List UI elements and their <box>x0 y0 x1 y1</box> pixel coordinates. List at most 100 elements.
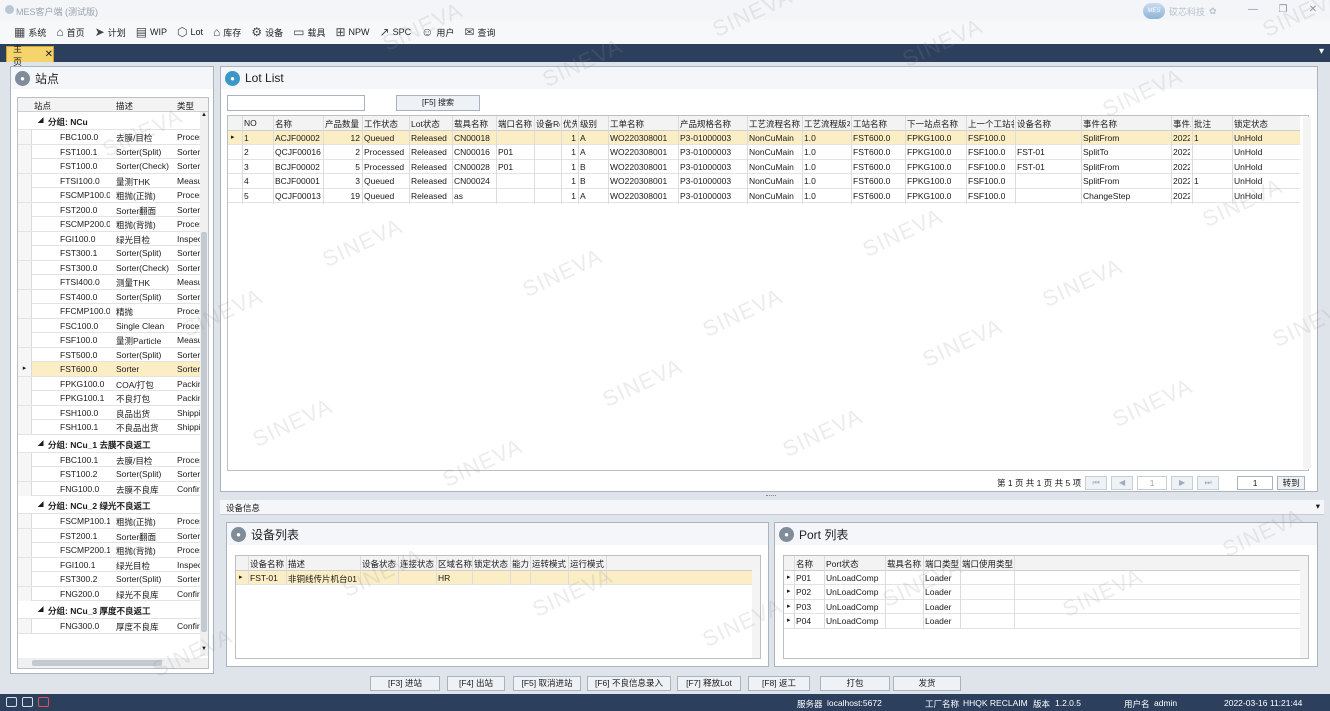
lot-row[interactable]: ▸ 1 ACJF00002 12 Queued Released CN00018 1 A WO22… <box>228 130 1300 145</box>
scroll-up-icon[interactable]: ▲ <box>200 112 208 122</box>
expand-triangle-icon[interactable]: ◢ <box>38 439 43 447</box>
equip_panel-col-header[interactable]: 设备名称 <box>250 558 284 570</box>
equip_panel-col-header[interactable]: 锁定状态 <box>474 558 508 570</box>
lot-col-header[interactable]: 批注 <box>1194 118 1231 130</box>
station-vscrollbar[interactable]: ▲ ▼ <box>200 112 208 656</box>
tab-home[interactable]: 主页 ✕ <box>6 44 54 67</box>
lot-col-header[interactable]: 工作状态 <box>364 118 408 130</box>
lot-col-header[interactable]: 下一站点名称 <box>907 118 965 130</box>
lot-search-button[interactable]: [F5] 搜索 <box>396 95 480 111</box>
goto-page-button[interactable]: 转到 <box>1277 476 1306 490</box>
equip_panel-col-header[interactable]: 设备状态 <box>362 558 396 570</box>
station-row[interactable]: FBC100.1 去膜/目检 Process <box>18 452 201 467</box>
station-row[interactable]: FSCMP100.1 粗抛(正抛) Process <box>18 514 201 529</box>
last-page-icon[interactable]: ⏭ <box>1197 476 1220 490</box>
station-row[interactable]: ▸ FST600.0 Sorter Sorter <box>18 362 200 377</box>
action-button-6[interactable]: 打包 <box>820 676 890 691</box>
lot-col-header[interactable]: 事件发生 <box>1173 118 1191 130</box>
lot-row[interactable]: 5 QCJF00013 19 Queued Released as 1 A WO22030800… <box>228 189 1300 203</box>
scroll-thumb[interactable] <box>201 232 207 632</box>
station-row[interactable]: FST300.2 Sorter(Split) Sorter <box>18 572 200 587</box>
status-window-icon[interactable] <box>6 697 17 707</box>
lot-col-header[interactable]: NO <box>244 118 272 128</box>
station-group[interactable]: ◢ 分组: NCu_3 厚度不良返工 <box>18 601 200 619</box>
lot-col-header[interactable]: 上一个工站名称 <box>968 118 1014 130</box>
menu-item-7[interactable]: ▭ 载具 <box>291 22 327 42</box>
menu-item-9[interactable]: ↗ SPC <box>378 22 414 42</box>
station-col-desc[interactable]: 描述 <box>116 100 133 112</box>
station-row[interactable]: FSC100.0 Single Clean Process <box>18 318 201 333</box>
station-col-type[interactable]: 类型 <box>177 100 194 112</box>
station-row[interactable]: FSF100.0 量测Particle Measure <box>18 333 201 348</box>
station-row[interactable]: FNG200.0 绿光不良库 Confirm <box>18 586 201 601</box>
station-row[interactable]: FPKG100.1 不良打包 Packing <box>18 391 201 406</box>
menu-item-10[interactable]: ☺ 用户 <box>419 22 456 42</box>
lot-col-header[interactable]: 产品数量 <box>325 118 361 130</box>
equip_panel-col-header[interactable]: 连接状态 <box>400 558 434 570</box>
expand-triangle-icon[interactable]: ◢ <box>38 605 43 613</box>
equip_panel-col-header[interactable]: 描述 <box>288 558 305 570</box>
port_panel-row[interactable]: ▸ P01 UnLoadComp Loader <box>784 571 1308 585</box>
menu-item-4[interactable]: ⬡ Lot <box>175 22 205 42</box>
port_panel-col-header[interactable]: Port状态 <box>826 558 859 570</box>
station-group[interactable]: ◢ 分组: NCu_1 去膜不良返工 <box>18 435 200 453</box>
lot-col-header[interactable]: 工站名称 <box>853 118 904 130</box>
lot-col-header[interactable]: 工艺流程版本 <box>804 118 850 130</box>
lot-col-header[interactable]: Lot状态 <box>411 118 451 130</box>
port_panel-col-header[interactable]: 端口使用类型 <box>962 558 1013 570</box>
scroll-down-icon[interactable]: ▼ <box>200 646 208 656</box>
lot-row[interactable]: 4 BCJF00001 3 Queued Released CN00024 1 B WO2203… <box>228 174 1300 189</box>
splitter-handle[interactable] <box>766 495 776 498</box>
station-row[interactable]: FST200.1 Sorter翻面 Sorter <box>18 528 200 543</box>
minimize-icon[interactable]: — <box>1244 3 1262 17</box>
station-row[interactable]: FFCMP100.0 精抛 Process <box>18 304 201 319</box>
restore-icon[interactable]: ❐ <box>1274 3 1292 17</box>
menu-item-6[interactable]: ⚙ 设备 <box>249 22 285 42</box>
next-page-icon[interactable]: ▶ <box>1171 476 1194 490</box>
station-row[interactable]: FPKG100.0 COA/打包 Packing <box>18 376 201 391</box>
station-row[interactable]: FST500.0 Sorter(Split) Sorter <box>18 347 200 362</box>
menu-item-3[interactable]: ▤ WIP <box>134 22 169 42</box>
station-row[interactable]: FST300.1 Sorter(Split) Sorter <box>18 246 200 261</box>
lot-col-header[interactable]: 级别 <box>580 118 607 130</box>
lot-grid-vscrollbar[interactable] <box>1303 117 1311 469</box>
expand-triangle-icon[interactable]: ◢ <box>38 500 43 508</box>
station-row[interactable]: FSCMP100.0 粗抛(正抛) Process <box>18 188 201 203</box>
lot-row[interactable]: 2 QCJF00016 2 Processed Released CN00016 P01 1 A… <box>228 145 1300 160</box>
lot-row[interactable]: 3 BCJF00002 5 Processed Released CN00028 P01 1 B… <box>228 160 1300 174</box>
hscroll-thumb[interactable] <box>32 660 162 666</box>
station-hscrollbar[interactable] <box>18 658 208 668</box>
lot-col-header[interactable]: 端口名称 <box>498 118 533 130</box>
lot-col-header[interactable]: 产品规格名称 <box>680 118 746 130</box>
station-row[interactable]: FNG300.0 厚度不良库 Confirm <box>18 619 201 634</box>
brand-settings-icon[interactable]: ✿ <box>1209 6 1217 17</box>
port_panel-row[interactable]: ▸ P02 UnLoadComp Loader <box>784 585 1308 600</box>
lot-col-header[interactable]: 载具名称 <box>454 118 495 130</box>
lot-col-header[interactable]: 工单名称 <box>610 118 677 130</box>
station-col-station[interactable]: 站点 <box>34 100 51 112</box>
station-row[interactable]: FST300.0 Sorter(Check) Sorter <box>18 260 200 275</box>
action-button-1[interactable]: [F4] 出站 <box>447 676 505 691</box>
lot-col-header[interactable]: 优先级 <box>563 118 577 130</box>
lot-col-header[interactable]: 锁定状态 <box>1234 118 1297 130</box>
lot-col-header[interactable]: 名称 <box>275 118 322 130</box>
equip_panel-col-header[interactable]: 运行模式 <box>570 558 604 570</box>
equip_panel-col-header[interactable]: 运转模式 <box>532 558 566 570</box>
station-row[interactable]: FST200.0 Sorter翻面 Sorter <box>18 202 200 217</box>
action-button-2[interactable]: [F5] 取消进站 <box>513 676 581 691</box>
lot-col-header[interactable]: 设备Recipe名称 <box>536 118 560 130</box>
station-group[interactable]: ◢ 分组: NCu_2 绿光不良返工 <box>18 496 200 514</box>
equipment-info-dropdown-icon[interactable]: ▾ <box>1316 501 1320 512</box>
status-alert-icon[interactable] <box>38 697 49 707</box>
grid-vscrollbar[interactable] <box>752 570 760 658</box>
close-icon[interactable]: ✕ <box>1304 3 1322 17</box>
status-mail-icon[interactable] <box>22 697 33 707</box>
expand-triangle-icon[interactable]: ◢ <box>38 116 43 124</box>
goto-page-input[interactable]: 1 <box>1237 476 1274 490</box>
equip_panel-row[interactable]: ▸ FST-01 非铜线传片机台01 HR <box>236 570 760 585</box>
port_panel-col-header[interactable]: 端口类型 <box>925 558 959 570</box>
station-row[interactable]: FTSI100.0 量测THK Measure <box>18 173 201 188</box>
equip_panel-col-header[interactable]: 能力 <box>512 558 529 570</box>
menu-item-5[interactable]: ⌂ 库存 <box>211 22 243 42</box>
station-row[interactable]: FSCMP200.1 粗抛(背抛) Process <box>18 543 201 558</box>
